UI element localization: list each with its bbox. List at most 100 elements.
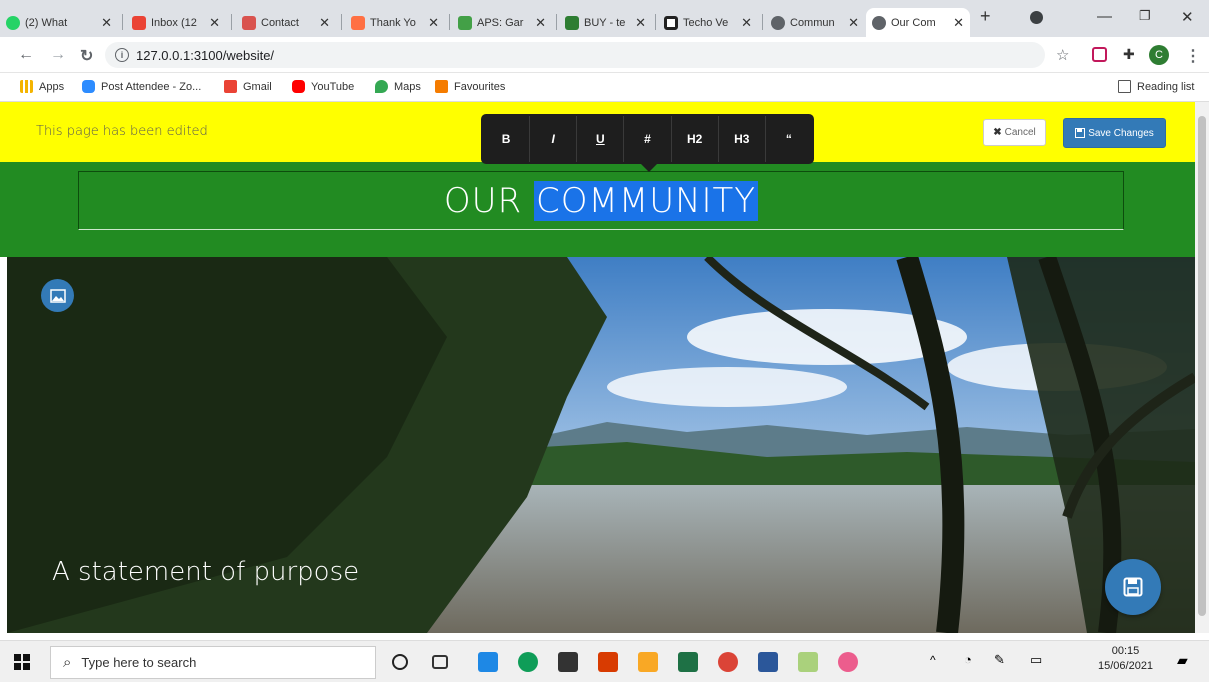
editable-title[interactable]: OUR COMMUNITY (78, 171, 1124, 230)
bookmark-apps[interactable]: Apps (20, 80, 64, 93)
outlook-icon[interactable] (598, 652, 618, 672)
browser-tab[interactable]: Techo Ve ✕ (658, 8, 758, 37)
floppy-disk-icon (1075, 128, 1086, 138)
apps-grid-icon (20, 80, 33, 93)
gmail-icon (224, 80, 237, 93)
reading-list-icon (1118, 80, 1131, 93)
new-tab-icon[interactable]: + (980, 6, 991, 27)
tab-divider (655, 14, 656, 30)
system-clock[interactable]: 00:15 15/06/2021 (1098, 644, 1153, 674)
favourites-folder-icon (435, 80, 448, 93)
back-icon[interactable]: ← (18, 46, 34, 64)
address-bar: ← → ↻ i 127.0.0.1:3100/website/ ☆ ✚ C ⋮ (0, 37, 1209, 73)
bold-button[interactable]: B (483, 116, 531, 162)
bookmark-favourites[interactable]: Favourites (435, 80, 505, 93)
hero-image: A statement of purpose (7, 257, 1195, 633)
bookmarks-bar: Apps Post Attendee - Zo... Gmail YouTube… (0, 73, 1209, 102)
mail-icon[interactable] (478, 652, 498, 672)
close-tab-icon[interactable]: ✕ (97, 15, 112, 31)
tab-divider (449, 14, 450, 30)
page-header: OUR COMMUNITY (0, 162, 1195, 257)
tree-app-icon[interactable] (838, 652, 858, 672)
youtube-icon (292, 80, 305, 93)
edge-icon[interactable] (518, 652, 538, 672)
globe-icon (872, 15, 886, 30)
cortana-icon[interactable] (392, 654, 408, 670)
word-icon[interactable] (758, 652, 778, 672)
bookmark-star-icon[interactable]: ☆ (1056, 46, 1069, 64)
page-title[interactable]: OUR COMMUNITY (444, 180, 759, 221)
show-hidden-icons-icon[interactable]: ^ (930, 653, 936, 667)
gmail-icon (132, 15, 146, 30)
store-icon[interactable] (558, 652, 578, 672)
forward-icon[interactable]: → (50, 46, 66, 64)
browser-tab[interactable]: Inbox (12 ✕ (126, 8, 226, 37)
restore-icon[interactable]: ❐ (1139, 8, 1151, 24)
aps-icon (458, 15, 472, 30)
bookmark-zoom[interactable]: Post Attendee - Zo... (82, 80, 201, 93)
contact-icon (242, 15, 256, 30)
zoom-icon (82, 80, 95, 93)
taskbar-search[interactable]: ⌕ Type here to search (50, 646, 376, 679)
browser-tab[interactable]: BUY - te ✕ (559, 8, 652, 37)
task-view-icon[interactable] (432, 655, 448, 669)
close-tab-icon[interactable]: ✕ (949, 15, 964, 31)
file-explorer-icon[interactable] (638, 652, 658, 672)
tab-search-icon[interactable] (1030, 11, 1043, 24)
quote-button[interactable]: “ (766, 116, 812, 162)
close-window-icon[interactable]: ✕ (1181, 8, 1194, 26)
sketch-app-icon[interactable] (798, 652, 818, 672)
techo-icon (664, 15, 678, 30)
bookmark-maps[interactable]: Maps (375, 80, 421, 93)
page-scrollbar[interactable] (1195, 102, 1209, 633)
buy-icon (565, 15, 579, 30)
browser-tab-active[interactable]: Our Com ✕ (866, 8, 970, 37)
extensions-icon[interactable]: ✚ (1123, 46, 1135, 63)
url-field[interactable]: i 127.0.0.1:3100/website/ (105, 42, 1045, 68)
bookmark-gmail[interactable]: Gmail (224, 80, 272, 93)
link-button[interactable]: # (624, 116, 672, 162)
reload-icon[interactable]: ↻ (80, 46, 93, 66)
scrollbar-thumb[interactable] (1198, 116, 1206, 616)
selected-text: COMMUNITY (534, 180, 759, 221)
tab-divider (762, 14, 763, 30)
chrome-icon[interactable] (718, 652, 738, 672)
close-tab-icon[interactable]: ✕ (424, 15, 439, 31)
windows-start-icon[interactable] (14, 654, 30, 670)
browser-tab[interactable]: APS: Gar ✕ (452, 8, 552, 37)
hero-caption[interactable]: A statement of purpose (52, 557, 359, 587)
save-fab-button[interactable] (1105, 559, 1161, 615)
close-tab-icon[interactable]: ✕ (631, 15, 646, 31)
notifications-icon[interactable]: ▰ (1177, 652, 1188, 669)
menu-icon[interactable]: ⋮ (1185, 46, 1201, 66)
tab-divider (556, 14, 557, 30)
excel-icon[interactable] (678, 652, 698, 672)
pocket-icon[interactable] (1092, 47, 1107, 62)
cancel-button[interactable]: ✖ Cancel (983, 119, 1046, 146)
browser-tab[interactable]: Commun ✕ (765, 8, 865, 37)
browser-tab[interactable]: Contact ✕ (236, 8, 336, 37)
heading3-button[interactable]: H3 (719, 116, 766, 162)
tab-divider (122, 14, 123, 30)
keyboard-icon[interactable]: ▭ (1030, 652, 1042, 668)
browser-tab[interactable]: (2) What ✕ (0, 8, 118, 37)
pen-icon[interactable]: ✎ (994, 652, 1005, 668)
info-icon[interactable]: i (115, 48, 129, 62)
close-tab-icon[interactable]: ✕ (315, 15, 330, 31)
close-tab-icon[interactable]: ✕ (737, 15, 752, 31)
close-tab-icon[interactable]: ✕ (205, 15, 220, 31)
minimize-icon[interactable]: — (1097, 8, 1112, 25)
reading-list[interactable]: Reading list (1118, 80, 1194, 93)
format-toolbar: B I U # H2 H3 “ (481, 114, 814, 172)
change-image-button[interactable] (41, 279, 74, 312)
close-tab-icon[interactable]: ✕ (844, 15, 859, 31)
save-changes-button[interactable]: Save Changes (1063, 118, 1166, 148)
heading2-button[interactable]: H2 (672, 116, 719, 162)
browser-tab[interactable]: Thank Yo ✕ (345, 8, 445, 37)
profile-avatar[interactable]: C (1149, 45, 1169, 65)
bookmark-youtube[interactable]: YouTube (292, 80, 354, 93)
wifi-icon[interactable]: ◔ (964, 652, 972, 667)
italic-button[interactable]: I (530, 116, 578, 162)
close-tab-icon[interactable]: ✕ (531, 15, 546, 31)
underline-button[interactable]: U (577, 116, 625, 162)
